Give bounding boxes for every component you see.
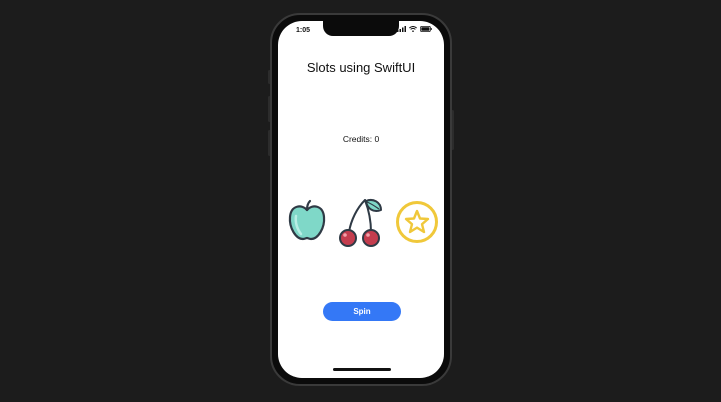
slot-reels	[278, 192, 444, 252]
phone-frame: 1:05 Slots using SwiftUI Credits: 0 Spin	[270, 13, 452, 386]
page-title: Slots using SwiftUI	[306, 60, 416, 75]
star-icon	[396, 201, 438, 243]
notch	[323, 21, 399, 36]
wifi-icon	[409, 26, 417, 32]
apple-icon	[288, 199, 326, 241]
cherry-icon	[339, 199, 382, 247]
battery-icon	[420, 26, 432, 32]
spin-button[interactable]: Spin	[323, 302, 401, 321]
home-indicator[interactable]	[333, 368, 391, 371]
status-icons	[397, 26, 432, 32]
credits-label: Credits: 0	[342, 134, 380, 144]
status-time: 1:05	[296, 27, 311, 34]
app-screen: 1:05 Slots using SwiftUI Credits: 0 Spin	[278, 21, 444, 378]
simulator-stage: 1:05 Slots using SwiftUI Credits: 0 Spin	[0, 0, 721, 402]
signal-icon	[397, 26, 406, 32]
